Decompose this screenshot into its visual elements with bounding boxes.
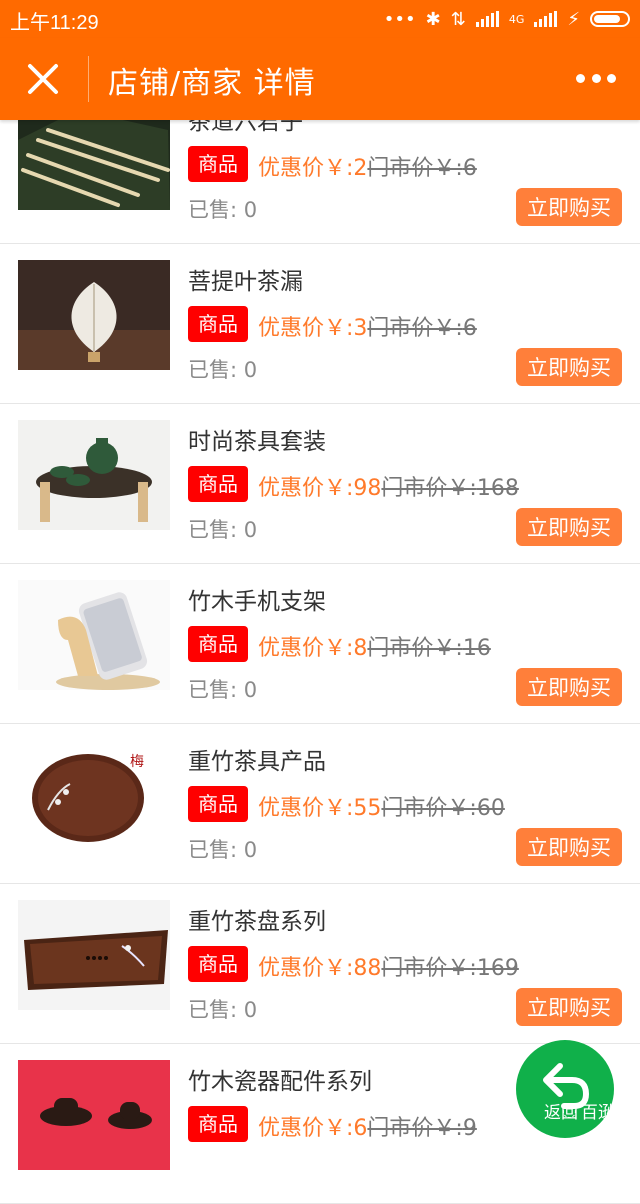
product-image[interactable]: 梅 — [18, 740, 170, 850]
product-badge: 商品 — [188, 146, 248, 182]
list-item[interactable]: 重竹茶盘系列 商品 优惠价￥:88门市价￥:169 已售: 0 立即购买 — [0, 884, 640, 1044]
sale-price: 98 — [353, 476, 382, 501]
product-name[interactable]: 竹木手机支架 — [188, 582, 326, 616]
sold-count: 已售: 0 — [188, 678, 258, 702]
product-badge: 商品 — [188, 786, 248, 822]
original-price: 门市价￥:6 — [367, 316, 477, 341]
original-price: 门市价￥:6 — [367, 156, 477, 181]
original-price: 门市价￥:16 — [367, 636, 491, 661]
sale-price: 88 — [353, 956, 382, 981]
sold-count: 已售: 0 — [188, 198, 258, 222]
product-image[interactable] — [18, 260, 170, 370]
product-badge: 商品 — [188, 466, 248, 502]
battery-icon — [590, 11, 630, 27]
price-line: 优惠价￥:98门市价￥:168 — [258, 476, 519, 501]
product-name[interactable]: 菩提叶茶漏 — [188, 262, 303, 296]
product-badge: 商品 — [188, 306, 248, 342]
product-name[interactable]: 重竹茶盘系列 — [188, 902, 326, 936]
product-name[interactable]: 重竹茶具产品 — [188, 742, 326, 776]
original-price: 门市价￥:60 — [381, 796, 505, 821]
status-icons: ••• ✱ ⇅ 4G ⚡ — [384, 6, 630, 32]
product-badge: 商品 — [188, 626, 248, 662]
signal-icon — [475, 11, 499, 27]
more-options-icon[interactable] — [576, 68, 616, 88]
sold-count: 已售: 0 — [188, 838, 258, 862]
product-badge: 商品 — [188, 946, 248, 982]
sale-price: 55 — [353, 796, 382, 821]
status-bar: 上午11:29 ••• ✱ ⇅ 4G ⚡ — [0, 0, 640, 38]
product-badge: 商品 — [188, 1106, 248, 1142]
more-dots-icon: ••• — [383, 8, 416, 30]
svg-text:梅: 梅 — [130, 754, 144, 770]
status-time: 上午11:29 — [10, 12, 99, 34]
original-price: 门市价￥:168 — [381, 476, 519, 501]
product-image[interactable] — [18, 900, 170, 1010]
nav-divider — [88, 56, 89, 102]
product-image[interactable] — [18, 1060, 170, 1170]
watermark-text: 百逊 — [580, 1103, 615, 1123]
data-transfer-icon: ⇅ — [450, 8, 466, 30]
sale-price: 2 — [353, 156, 368, 181]
price-line: 优惠价￥:3门市价￥:6 — [258, 316, 477, 341]
sale-price: 3 — [353, 316, 368, 341]
original-price: 门市价￥:169 — [381, 956, 519, 981]
product-image[interactable] — [18, 580, 170, 690]
list-item[interactable]: 时尚茶具套装 商品 优惠价￥:98门市价￥:168 已售: 0 立即购买 — [0, 404, 640, 564]
list-item[interactable]: 梅 重竹茶具产品 商品 优惠价￥:55门市价￥:60 已售: 0 立即购买 — [0, 724, 640, 884]
bluetooth-icon: ✱ — [425, 8, 441, 30]
back-button[interactable] — [516, 1040, 614, 1138]
product-image[interactable] — [18, 420, 170, 530]
charging-icon: ⚡ — [567, 8, 580, 30]
price-line: 优惠价￥:88门市价￥:169 — [258, 956, 519, 981]
buy-now-button[interactable]: 立即购买 — [516, 188, 622, 226]
signal-icon — [534, 11, 558, 27]
buy-now-button[interactable]: 立即购买 — [516, 668, 622, 706]
product-name[interactable]: 时尚茶具套装 — [188, 422, 326, 456]
wechat-icon: ◌ — [562, 1100, 577, 1121]
price-line: 优惠价￥:55门市价￥:60 — [258, 796, 505, 821]
nav-bar: 店铺/商家 详情 — [0, 38, 640, 120]
buy-now-button[interactable]: 立即购买 — [516, 988, 622, 1026]
sold-count: 已售: 0 — [188, 518, 258, 542]
buy-now-button[interactable]: 立即购买 — [516, 828, 622, 866]
product-name[interactable]: 竹木瓷器配件系列 — [188, 1062, 372, 1096]
list-item[interactable]: 菩提叶茶漏 商品 优惠价￥:3门市价￥:6 已售: 0 立即购买 — [0, 244, 640, 404]
watermark: ◌ 百逊 — [562, 1098, 615, 1124]
sale-price: 6 — [353, 1116, 368, 1141]
buy-now-button[interactable]: 立即购买 — [516, 508, 622, 546]
close-icon[interactable] — [24, 60, 62, 98]
network-type-label: 4G — [508, 12, 525, 26]
page-title: 店铺/商家 详情 — [108, 66, 316, 101]
sold-count: 已售: 0 — [188, 998, 258, 1022]
buy-now-button[interactable]: 立即购买 — [516, 348, 622, 386]
sale-price: 8 — [353, 636, 368, 661]
sold-count: 已售: 0 — [188, 358, 258, 382]
price-line: 优惠价￥:2门市价￥:6 — [258, 156, 477, 181]
list-item[interactable]: 竹木手机支架 商品 优惠价￥:8门市价￥:16 已售: 0 立即购买 — [0, 564, 640, 724]
original-price: 门市价￥:9 — [367, 1116, 477, 1141]
price-line: 优惠价￥:6门市价￥:9 — [258, 1116, 477, 1141]
price-line: 优惠价￥:8门市价￥:16 — [258, 636, 491, 661]
